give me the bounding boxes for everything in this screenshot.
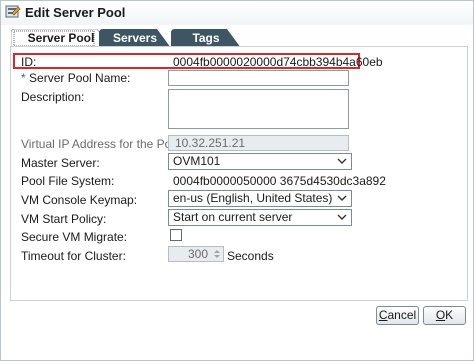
timeout-stepper: 300	[168, 246, 224, 262]
master-server-label: Master Server:	[21, 156, 100, 170]
tab-tags-label: Tags	[192, 31, 220, 45]
server-pool-name-label-text: Server Pool Name:	[29, 71, 131, 85]
description-textarea[interactable]	[168, 89, 349, 129]
server-pool-icon	[5, 4, 21, 20]
ok-button[interactable]: OK	[423, 306, 466, 325]
master-server-value: OVM101	[173, 154, 221, 168]
required-mark: *	[21, 71, 26, 85]
cancel-button[interactable]: Cancel	[376, 306, 419, 325]
virtual-ip-input: 10.32.251.21	[168, 135, 349, 151]
keymap-label: VM Console Keymap:	[21, 193, 138, 207]
timeout-value: 300	[187, 247, 208, 261]
stepper-arrows-icon	[214, 250, 220, 258]
pool-file-system-label: Pool File System:	[21, 174, 115, 188]
keymap-value: en-us (English, United States)	[173, 191, 333, 205]
start-policy-label: VM Start Policy:	[21, 212, 107, 226]
secure-migrate-checkbox[interactable]	[170, 229, 182, 241]
start-policy-value: Start on current server	[173, 210, 293, 224]
tab-servers-label: Servers	[112, 31, 158, 45]
virtual-ip-label: Virtual IP Address for the Pool:	[21, 137, 184, 151]
description-label: Description:	[21, 90, 85, 104]
chevron-down-icon	[337, 195, 347, 201]
master-server-select[interactable]: OVM101	[168, 153, 352, 170]
edit-server-pool-dialog: Edit Server Pool Server Pool Servers Tag…	[0, 0, 474, 361]
tab-server-pool-label: Server Pool	[27, 31, 95, 45]
keymap-select[interactable]: en-us (English, United States)	[168, 190, 352, 207]
dialog-title: Edit Server Pool	[25, 5, 126, 20]
server-pool-name-label: * Server Pool Name:	[21, 71, 130, 85]
pool-file-system-value: 0004fb0000050000 3675d4530dc3a892	[173, 174, 386, 188]
chevron-down-icon	[337, 158, 347, 164]
chevron-down-icon	[337, 214, 347, 220]
timeout-unit: Seconds	[227, 249, 274, 263]
id-value: 0004fb0000020000d74cbb394b4a60eb	[173, 55, 383, 69]
timeout-label: Timeout for Cluster:	[21, 249, 126, 263]
start-policy-select[interactable]: Start on current server	[168, 209, 352, 226]
secure-migrate-label: Secure VM Migrate:	[21, 230, 128, 244]
dialog-titlebar: Edit Server Pool	[1, 1, 473, 25]
id-label: ID:	[21, 55, 37, 69]
server-pool-name-input[interactable]	[168, 70, 349, 86]
